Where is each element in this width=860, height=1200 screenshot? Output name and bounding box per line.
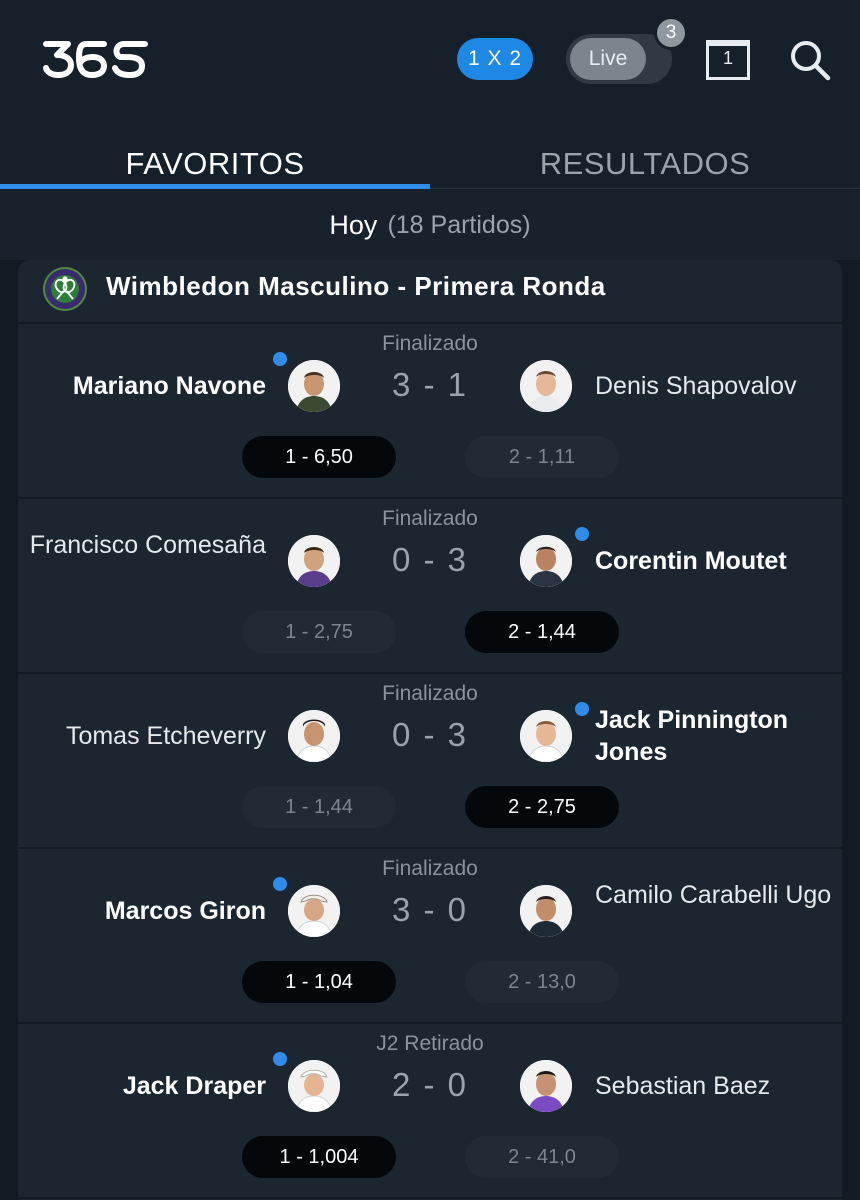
odds-away-button[interactable]: 2 - 13,0: [465, 961, 619, 1003]
away-player-avatar: [520, 710, 572, 762]
odds-home-button[interactable]: 1 - 1,44: [242, 786, 396, 828]
match-count: (18 Partidos): [387, 210, 531, 239]
tab-favoritos[interactable]: FAVORITOS: [0, 146, 430, 182]
main-tabs: FAVORITOS RESULTADOS: [0, 120, 860, 190]
odds-home-button[interactable]: 1 - 1,004: [242, 1136, 396, 1178]
date-selector[interactable]: Hoy (18 Partidos): [0, 190, 860, 260]
match-row[interactable]: Finalizado Marcos Giron 3 - 0 Camilo Car…: [18, 849, 842, 1024]
app-logo[interactable]: [42, 38, 150, 78]
home-player-avatar: [288, 1060, 340, 1112]
tab-divider: [430, 188, 860, 189]
match-row[interactable]: Finalizado Tomas Etcheverry 0 - 3 Jack P…: [18, 674, 842, 849]
match-status: Finalizado: [382, 507, 478, 530]
odds-home-button[interactable]: 1 - 6,50: [242, 436, 396, 478]
live-toggle-label: Live: [570, 38, 646, 80]
match-score: 3 - 0: [391, 891, 469, 928]
top-bar: 1 X 2 Live 3 1: [0, 0, 860, 120]
home-player-name: Marcos Giron: [104, 897, 266, 925]
home-player-name: Francisco Comesaña: [29, 531, 266, 559]
away-player-name: Camilo Carabelli Ugo: [595, 881, 832, 909]
home-player-avatar: [288, 535, 340, 587]
away-player-name: Jack Pinnington Jones: [595, 706, 789, 766]
competition-name: Wimbledon Masculino - Primera Ronda: [106, 271, 606, 301]
calendar-icon[interactable]: 1: [706, 36, 752, 80]
odds-away-button[interactable]: 2 - 41,0: [465, 1136, 619, 1178]
match-score: 3 - 1: [391, 366, 469, 403]
away-player-avatar: [520, 535, 572, 587]
verified-badge-icon: [273, 877, 287, 891]
match-status: Finalizado: [382, 857, 478, 880]
odds-away-button[interactable]: 2 - 2,75: [465, 786, 619, 828]
competition-header[interactable]: Wimbledon Masculino - Primera Ronda: [18, 260, 842, 324]
verified-badge-icon: [575, 527, 589, 541]
match-status: Finalizado: [382, 682, 478, 705]
home-player-name: Jack Draper: [122, 1072, 266, 1100]
odds-away-button[interactable]: 2 - 1,11: [465, 436, 619, 478]
search-icon[interactable]: [788, 38, 832, 82]
away-player-name: Sebastian Baez: [595, 1072, 771, 1100]
away-player-avatar: [520, 360, 572, 412]
verified-badge-icon: [273, 1052, 287, 1066]
date-label: Hoy: [329, 209, 378, 240]
odds-away-button[interactable]: 2 - 1,44: [465, 611, 619, 653]
home-player-avatar: [288, 360, 340, 412]
match-status: Finalizado: [382, 332, 478, 355]
home-player-avatar: [288, 885, 340, 937]
match-row[interactable]: J2 Retirado Jack Draper 2 - 0 Sebastian …: [18, 1024, 842, 1199]
away-player-avatar: [520, 1060, 572, 1112]
match-status: J2 Retirado: [376, 1032, 484, 1055]
verified-badge-icon: [273, 352, 287, 366]
match-score: 0 - 3: [391, 716, 469, 753]
match-row[interactable]: Finalizado Mariano Navone 3 - 1 Denis Sh…: [18, 324, 842, 499]
away-player-name: Corentin Moutet: [595, 547, 787, 575]
home-player-avatar: [288, 710, 340, 762]
verified-badge-icon: [575, 702, 589, 716]
match-score: 2 - 0: [391, 1066, 469, 1103]
active-tab-indicator: [0, 184, 430, 189]
away-player-avatar: [520, 885, 572, 937]
odds-home-button[interactable]: 1 - 2,75: [242, 611, 396, 653]
odds-home-button[interactable]: 1 - 1,04: [242, 961, 396, 1003]
tab-resultados[interactable]: RESULTADOS: [430, 146, 860, 182]
live-count-badge: 3: [654, 16, 688, 50]
competition-card: Wimbledon Masculino - Primera Ronda Fina…: [18, 260, 842, 1200]
calendar-day: 1: [722, 48, 733, 68]
wimbledon-logo-icon: [43, 267, 87, 311]
match-row[interactable]: Finalizado Francisco Comesaña 0 - 3 Core…: [18, 499, 842, 674]
odds-format-toggle[interactable]: 1 X 2: [457, 38, 533, 80]
home-player-name: Tomas Etcheverry: [65, 722, 266, 750]
home-player-name: Mariano Navone: [72, 372, 266, 400]
match-score: 0 - 3: [391, 541, 469, 578]
away-player-name: Denis Shapovalov: [595, 372, 797, 400]
